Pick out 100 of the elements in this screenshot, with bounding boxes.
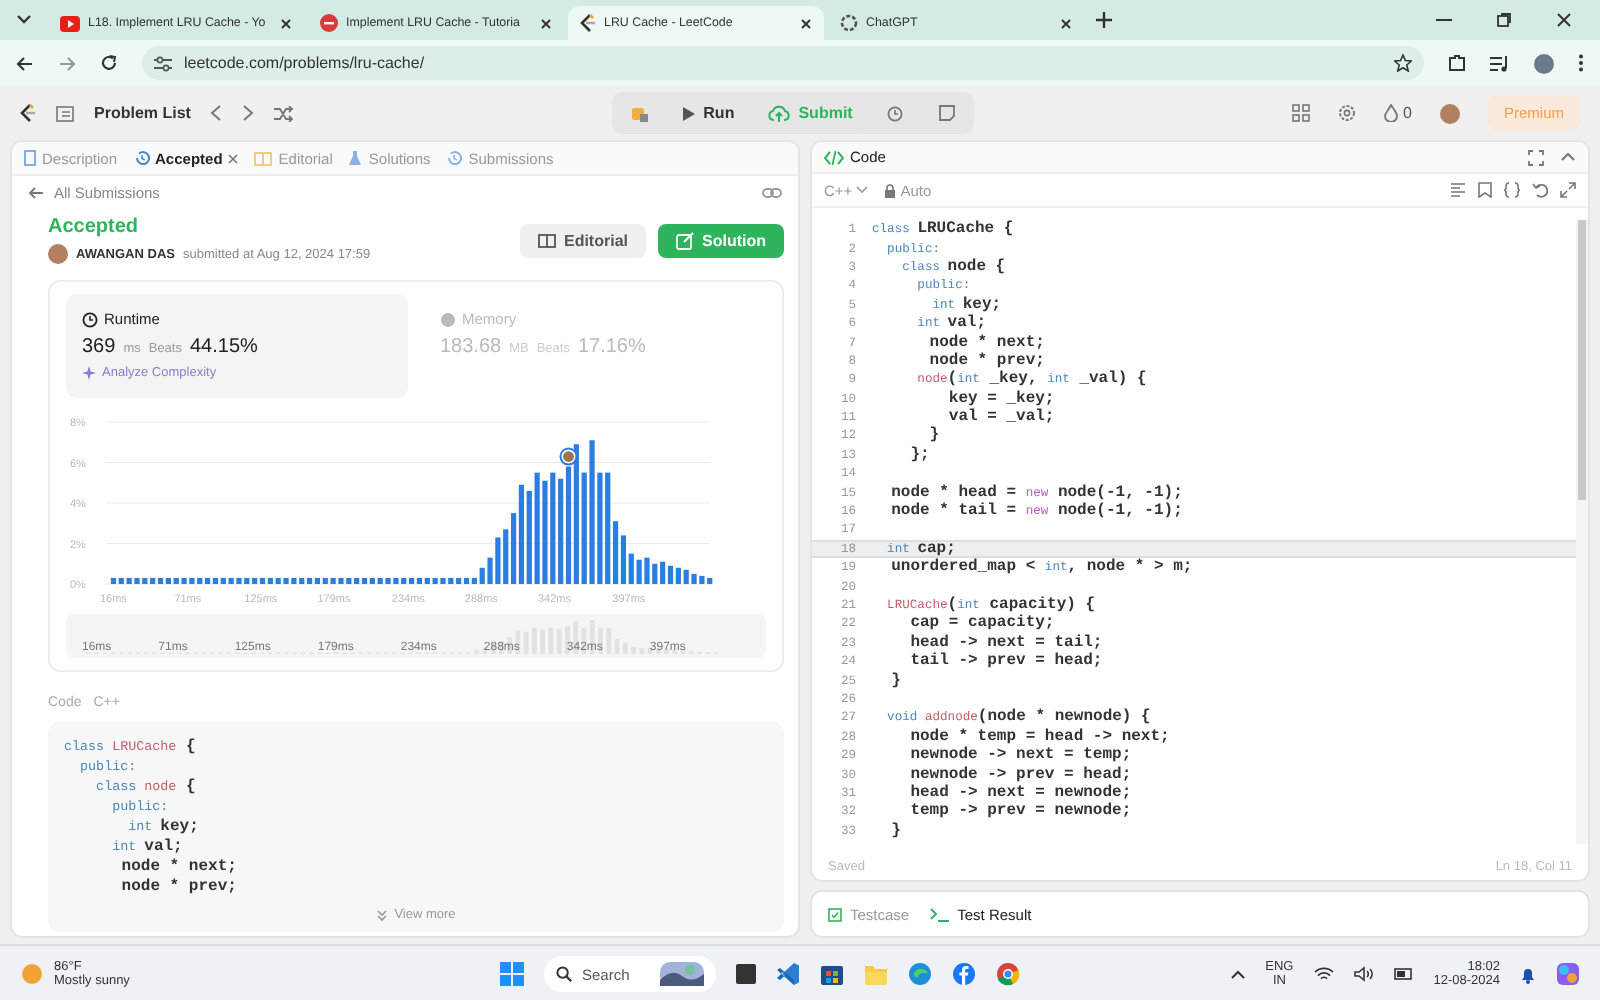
facebook-icon[interactable] xyxy=(952,962,976,986)
beats-value: 44.15% xyxy=(189,336,258,358)
terminal-app-icon[interactable] xyxy=(736,962,756,986)
braces-icon[interactable] xyxy=(1504,182,1520,198)
code-line: node * next; xyxy=(119,858,239,878)
chevron-down-icon[interactable] xyxy=(16,14,32,26)
settings-icon[interactable] xyxy=(1337,104,1356,122)
code-line: cap = capacity; xyxy=(908,614,1055,633)
clock-icon xyxy=(82,311,98,327)
site-settings-icon[interactable] xyxy=(154,55,172,71)
flame-icon xyxy=(1383,104,1398,122)
terminal-icon xyxy=(929,907,950,921)
problem-list-link[interactable]: Problem List xyxy=(94,104,191,122)
search-icon xyxy=(556,966,572,982)
avatar-marker xyxy=(559,447,578,466)
url-text: leetcode.com/problems/lru-cache/ xyxy=(184,54,425,72)
code-line: node * temp = head -> next; xyxy=(908,727,1170,746)
reload-icon[interactable] xyxy=(100,54,118,72)
code-icon xyxy=(824,149,844,165)
history-icon xyxy=(133,150,150,166)
profile-avatar[interactable] xyxy=(1439,103,1460,123)
checkbox-icon xyxy=(828,907,842,921)
note-icon xyxy=(938,104,957,122)
collapse-icon[interactable] xyxy=(1560,149,1576,161)
code-line: }; xyxy=(908,445,930,464)
close-icon[interactable] xyxy=(280,17,292,29)
next-icon[interactable] xyxy=(242,104,255,122)
more-menu-icon[interactable] xyxy=(1578,54,1584,72)
link-icon[interactable] xyxy=(762,185,782,199)
bookmark-icon[interactable] xyxy=(1478,182,1492,198)
code-line: temp -> prev = newnode; xyxy=(908,802,1132,821)
battery-icon[interactable] xyxy=(1393,966,1414,982)
restore-icon[interactable] xyxy=(1496,12,1512,28)
site-icon xyxy=(320,14,338,32)
code-line: newnode -> next = temp; xyxy=(908,746,1132,765)
extension-icon[interactable] xyxy=(1448,54,1466,72)
speaker-icon[interactable] xyxy=(1353,966,1374,982)
expand-icon[interactable] xyxy=(1560,182,1576,198)
code-line: head -> next = tail; xyxy=(908,633,1103,652)
code-line: tail -> prev = head; xyxy=(908,652,1103,671)
back-icon[interactable] xyxy=(16,55,34,71)
forward-icon[interactable] xyxy=(58,55,76,71)
fullscreen-icon[interactable] xyxy=(1528,149,1544,165)
code-line: node * next; xyxy=(927,333,1045,352)
previous-icon[interactable] xyxy=(210,104,223,122)
code-line: } xyxy=(889,821,901,840)
code-line: head -> next = newnode; xyxy=(908,783,1132,802)
leetcode-logo-icon xyxy=(20,104,36,122)
edge-icon[interactable] xyxy=(908,962,932,986)
grid-icon[interactable] xyxy=(1291,104,1310,122)
code-line: } xyxy=(927,426,940,445)
address-bar[interactable]: leetcode.com/problems/lru-cache/ xyxy=(142,46,1424,80)
windows-start-icon[interactable] xyxy=(500,962,524,986)
profile-avatar[interactable] xyxy=(1534,53,1554,73)
copilot-icon[interactable] xyxy=(1556,962,1580,986)
streak-counter[interactable]: 0 xyxy=(1383,104,1412,122)
code-line: key = _key; xyxy=(946,389,1055,408)
play-icon xyxy=(681,105,696,121)
star-icon[interactable] xyxy=(1394,54,1412,72)
format-icon[interactable] xyxy=(1450,182,1466,198)
code-line: newnode -> prev = head; xyxy=(908,765,1132,784)
status-text: Accepted xyxy=(48,216,139,238)
chrome-icon[interactable] xyxy=(996,962,1020,986)
close-icon[interactable] xyxy=(540,17,552,29)
lock-icon xyxy=(884,183,897,197)
cloud-upload-icon xyxy=(768,104,791,122)
book-icon xyxy=(537,233,556,247)
code-editor-icon[interactable] xyxy=(776,962,800,986)
plus-icon[interactable] xyxy=(1096,12,1112,28)
list-icon[interactable] xyxy=(56,105,74,121)
weather-icon xyxy=(20,962,44,986)
close-icon[interactable] xyxy=(800,17,812,29)
shuffle-icon[interactable] xyxy=(274,105,295,121)
editorial-button[interactable]: Editorial xyxy=(519,223,646,257)
author-avatar xyxy=(48,244,68,264)
close-icon[interactable] xyxy=(1556,12,1572,28)
code-line: node * prev; xyxy=(927,351,1045,370)
code-line: val = _val; xyxy=(946,408,1055,427)
edit-icon xyxy=(676,231,694,249)
book-icon xyxy=(254,151,273,165)
wifi-icon[interactable] xyxy=(1313,966,1334,982)
chevron-up-icon[interactable] xyxy=(1229,969,1246,979)
close-icon[interactable] xyxy=(1060,17,1072,29)
stat-value: 183.68 xyxy=(440,336,502,358)
beats-value: 17.16% xyxy=(577,336,646,358)
store-icon[interactable] xyxy=(820,962,844,986)
leetcode-logo-icon xyxy=(580,14,596,32)
flask-icon xyxy=(348,150,363,166)
double-chevron-icon xyxy=(376,909,389,921)
scrollbar[interactable] xyxy=(1576,220,1588,844)
back-arrow-icon[interactable] xyxy=(28,185,44,199)
sparkle-icon xyxy=(82,366,96,380)
media-icon[interactable] xyxy=(1490,55,1510,71)
alarm-clock-icon xyxy=(886,104,905,122)
chevron-down-icon xyxy=(856,186,869,194)
bell-icon[interactable] xyxy=(1520,965,1536,983)
history-icon xyxy=(446,150,463,166)
undo-icon[interactable] xyxy=(1532,182,1548,198)
code-line: node * prev; xyxy=(119,878,239,898)
video-icon xyxy=(60,15,80,31)
